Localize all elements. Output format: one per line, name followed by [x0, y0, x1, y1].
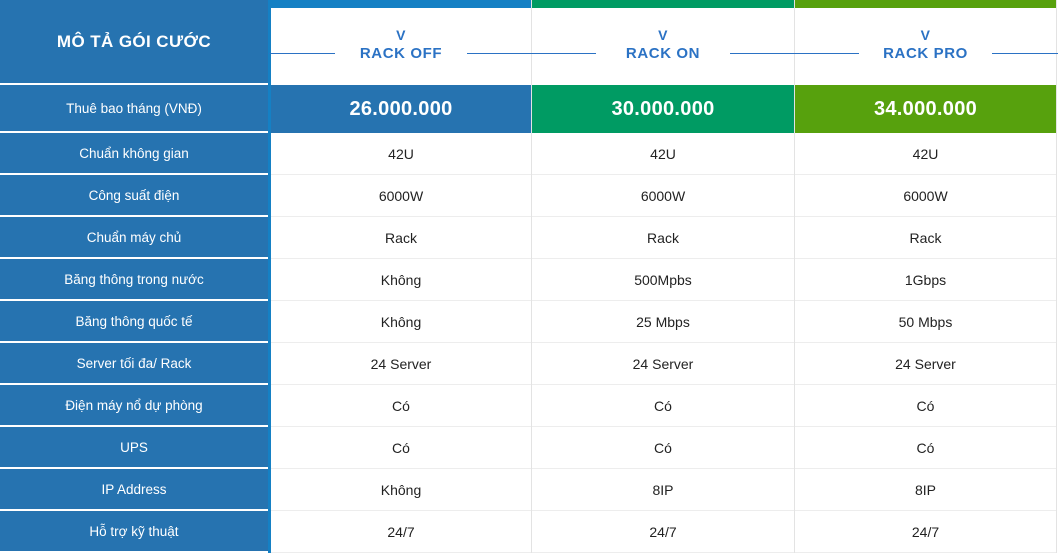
package-name-wrap: RACK OFF — [269, 44, 533, 62]
package-value-cell: Rack — [532, 217, 794, 259]
package-value-cell: 42U — [271, 133, 531, 175]
feature-label-column: MÔ TẢ GÓI CƯỚC Thuê bao tháng (VNĐ) Chuẩ… — [0, 0, 268, 553]
decorative-rule-left — [793, 53, 859, 54]
package-price: 26.000.000 — [271, 85, 531, 133]
package-price: 34.000.000 — [795, 85, 1056, 133]
feature-label-row: UPS — [0, 427, 268, 469]
package-value-cell: Không — [271, 469, 531, 511]
brand-v-logo: V — [920, 26, 931, 43]
package-value-cell: 42U — [532, 133, 794, 175]
package-value-cell: 1Gbps — [795, 259, 1056, 301]
table-title: MÔ TẢ GÓI CƯỚC — [0, 0, 268, 85]
package-header: V RACK PRO — [793, 0, 1058, 85]
feature-label-row: Băng thông trong nước — [0, 259, 268, 301]
package-column-rack-pro[interactable]: V RACK PRO 34.000.000 42U 6000W Rack 1Gb… — [793, 0, 1058, 553]
package-name: RACK PRO — [873, 44, 978, 62]
package-value-cell: Có — [795, 385, 1056, 427]
package-name-wrap: RACK PRO — [793, 44, 1058, 62]
package-value-cell: 24/7 — [795, 511, 1056, 553]
package-value-cell: 50 Mbps — [795, 301, 1056, 343]
package-value-cell: Có — [795, 427, 1056, 469]
pricing-comparison-table: MÔ TẢ GÓI CƯỚC Thuê bao tháng (VNĐ) Chuẩ… — [0, 0, 1059, 553]
decorative-rule-left — [269, 53, 335, 54]
package-value-cell: 24 Server — [532, 343, 794, 385]
package-value-cell: 24/7 — [271, 511, 531, 553]
decorative-rule-left — [530, 53, 596, 54]
feature-label-row: Chuẩn máy chủ — [0, 217, 268, 259]
package-header: V RACK OFF — [269, 0, 533, 85]
feature-label-row: Điện máy nổ dự phòng — [0, 385, 268, 427]
package-name: RACK OFF — [349, 44, 453, 62]
feature-label-row: Server tối đa/ Rack — [0, 343, 268, 385]
package-column-rack-on[interactable]: V RACK ON 30.000.000 42U 6000W Rack 500M… — [530, 0, 796, 553]
package-column-rack-off[interactable]: V RACK OFF 26.000.000 42U 6000W Rack Khô… — [268, 0, 533, 553]
feature-label-row: Băng thông quốc tế — [0, 301, 268, 343]
package-value-cell: 500Mpbs — [532, 259, 794, 301]
package-value-cell: 6000W — [795, 175, 1056, 217]
package-value-cell: Không — [271, 259, 531, 301]
package-value-cell: Rack — [795, 217, 1056, 259]
feature-label-row: Chuẩn không gian — [0, 133, 268, 175]
package-value-cell: 6000W — [271, 175, 531, 217]
package-value-cell: 24 Server — [795, 343, 1056, 385]
package-value-cell: 42U — [795, 133, 1056, 175]
package-value-cell: Có — [271, 385, 531, 427]
accent-bar — [795, 0, 1056, 8]
feature-label-monthly-fee: Thuê bao tháng (VNĐ) — [0, 85, 268, 133]
accent-bar — [532, 0, 794, 8]
package-value-cell: 8IP — [532, 469, 794, 511]
feature-label-row: Hỗ trợ kỹ thuật — [0, 511, 268, 553]
package-header-body: V RACK OFF — [269, 8, 533, 85]
package-header-body: V RACK ON — [530, 8, 796, 85]
brand-v-logo: V — [658, 26, 668, 43]
package-name-wrap: RACK ON — [530, 44, 796, 62]
decorative-rule-right — [730, 53, 796, 54]
accent-bar — [271, 0, 531, 8]
package-value-cell: Có — [532, 427, 794, 469]
package-value-cell: Không — [271, 301, 531, 343]
decorative-rule-right — [467, 53, 533, 54]
package-value-cell: 25 Mbps — [532, 301, 794, 343]
package-value-cell: Có — [271, 427, 531, 469]
feature-label-row: IP Address — [0, 469, 268, 511]
package-value-cell: Rack — [271, 217, 531, 259]
package-value-cell: 8IP — [795, 469, 1056, 511]
package-header-body: V RACK PRO — [793, 8, 1058, 85]
decorative-rule-right — [992, 53, 1058, 54]
brand-v-logo: V — [396, 26, 406, 43]
feature-label-row: Công suất điện — [0, 175, 268, 217]
package-value-cell: 6000W — [532, 175, 794, 217]
package-price: 30.000.000 — [532, 85, 794, 133]
package-name: RACK ON — [615, 44, 711, 62]
package-header: V RACK ON — [530, 0, 796, 85]
package-value-cell: 24 Server — [271, 343, 531, 385]
package-value-cell: Có — [532, 385, 794, 427]
package-value-cell: 24/7 — [532, 511, 794, 553]
